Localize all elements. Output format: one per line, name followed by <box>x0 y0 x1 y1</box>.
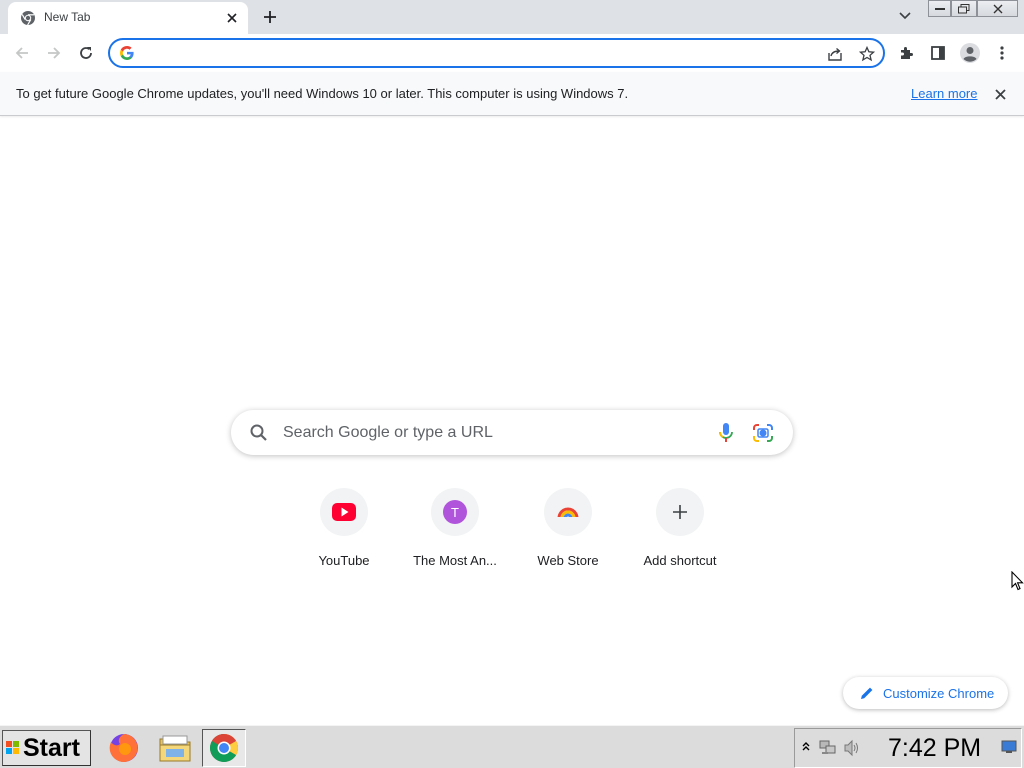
chrome-icon <box>20 10 36 26</box>
reload-button[interactable] <box>72 39 100 67</box>
minimize-button[interactable] <box>928 0 951 17</box>
customize-chrome-button[interactable]: Customize Chrome <box>843 677 1008 709</box>
shortcut-title: Add shortcut <box>643 553 717 568</box>
web-store-icon <box>544 488 592 536</box>
infobar-close-icon[interactable] <box>990 84 1010 104</box>
menu-kebab-icon[interactable] <box>988 39 1016 67</box>
shortcut-title: YouTube <box>318 553 370 568</box>
firefox-icon[interactable] <box>102 729 146 767</box>
system-tray: 7:42 PM <box>794 728 1022 768</box>
tab-search-chevron-icon[interactable] <box>894 6 916 26</box>
add-shortcut-tile[interactable]: Add shortcut <box>624 488 736 578</box>
shortcut-title: The Most An... <box>413 553 497 568</box>
youtube-icon <box>320 488 368 536</box>
extensions-icon[interactable] <box>892 39 920 67</box>
shortcut-letter: T <box>443 500 467 524</box>
shortcut-title: Web Store <box>537 553 599 568</box>
pencil-icon <box>859 685 875 701</box>
address-bar[interactable] <box>108 38 885 68</box>
tab-title: New Tab <box>44 10 91 24</box>
customize-chrome-label: Customize Chrome <box>883 686 995 701</box>
plus-icon <box>656 488 704 536</box>
mouse-pointer-icon <box>1011 570 1024 591</box>
google-lens-icon[interactable] <box>752 422 774 444</box>
back-button[interactable] <box>8 39 36 67</box>
search-icon <box>249 423 269 443</box>
show-desktop-icon[interactable] <box>1001 740 1017 754</box>
tab-strip: New Tab <box>0 0 1024 34</box>
volume-icon[interactable] <box>843 739 861 757</box>
new-tab-button[interactable] <box>258 6 282 28</box>
learn-more-link[interactable]: Learn more <box>911 86 977 101</box>
restore-button[interactable] <box>951 0 977 17</box>
file-manager-icon[interactable] <box>153 729 197 767</box>
tab-new-tab[interactable]: New Tab <box>8 2 248 34</box>
shortcut-tile[interactable]: Web Store <box>512 488 624 578</box>
infobar-message: To get future Google Chrome updates, you… <box>16 86 629 101</box>
show-hidden-icons-icon[interactable] <box>801 740 811 754</box>
letter-avatar-icon: T <box>431 488 479 536</box>
side-panel-icon[interactable] <box>924 39 952 67</box>
share-icon[interactable] <box>825 44 845 64</box>
ntp-search-box[interactable] <box>231 410 793 455</box>
forward-button[interactable] <box>40 39 68 67</box>
profile-avatar-icon[interactable] <box>956 39 984 67</box>
start-label: Start <box>23 734 80 762</box>
start-button[interactable]: Start <box>2 730 91 766</box>
bookmark-star-icon[interactable] <box>857 44 877 64</box>
taskbar: Start 7:42 PM <box>0 725 1024 768</box>
shortcut-tile[interactable]: YouTube <box>288 488 400 578</box>
microphone-icon[interactable] <box>715 421 737 445</box>
update-infobar: To get future Google Chrome updates, you… <box>0 72 1024 116</box>
window-close-button[interactable] <box>977 0 1018 17</box>
windows-logo-icon <box>5 740 21 756</box>
clock[interactable]: 7:42 PM <box>888 734 981 763</box>
address-input[interactable] <box>144 43 804 63</box>
google-g-icon <box>119 45 135 61</box>
search-input[interactable] <box>283 422 683 444</box>
close-tab-icon[interactable] <box>222 8 242 28</box>
shortcut-tile[interactable]: T The Most An... <box>399 488 511 578</box>
network-icon[interactable] <box>819 739 837 757</box>
browser-toolbar <box>0 34 1024 72</box>
chrome-icon[interactable] <box>202 729 246 767</box>
